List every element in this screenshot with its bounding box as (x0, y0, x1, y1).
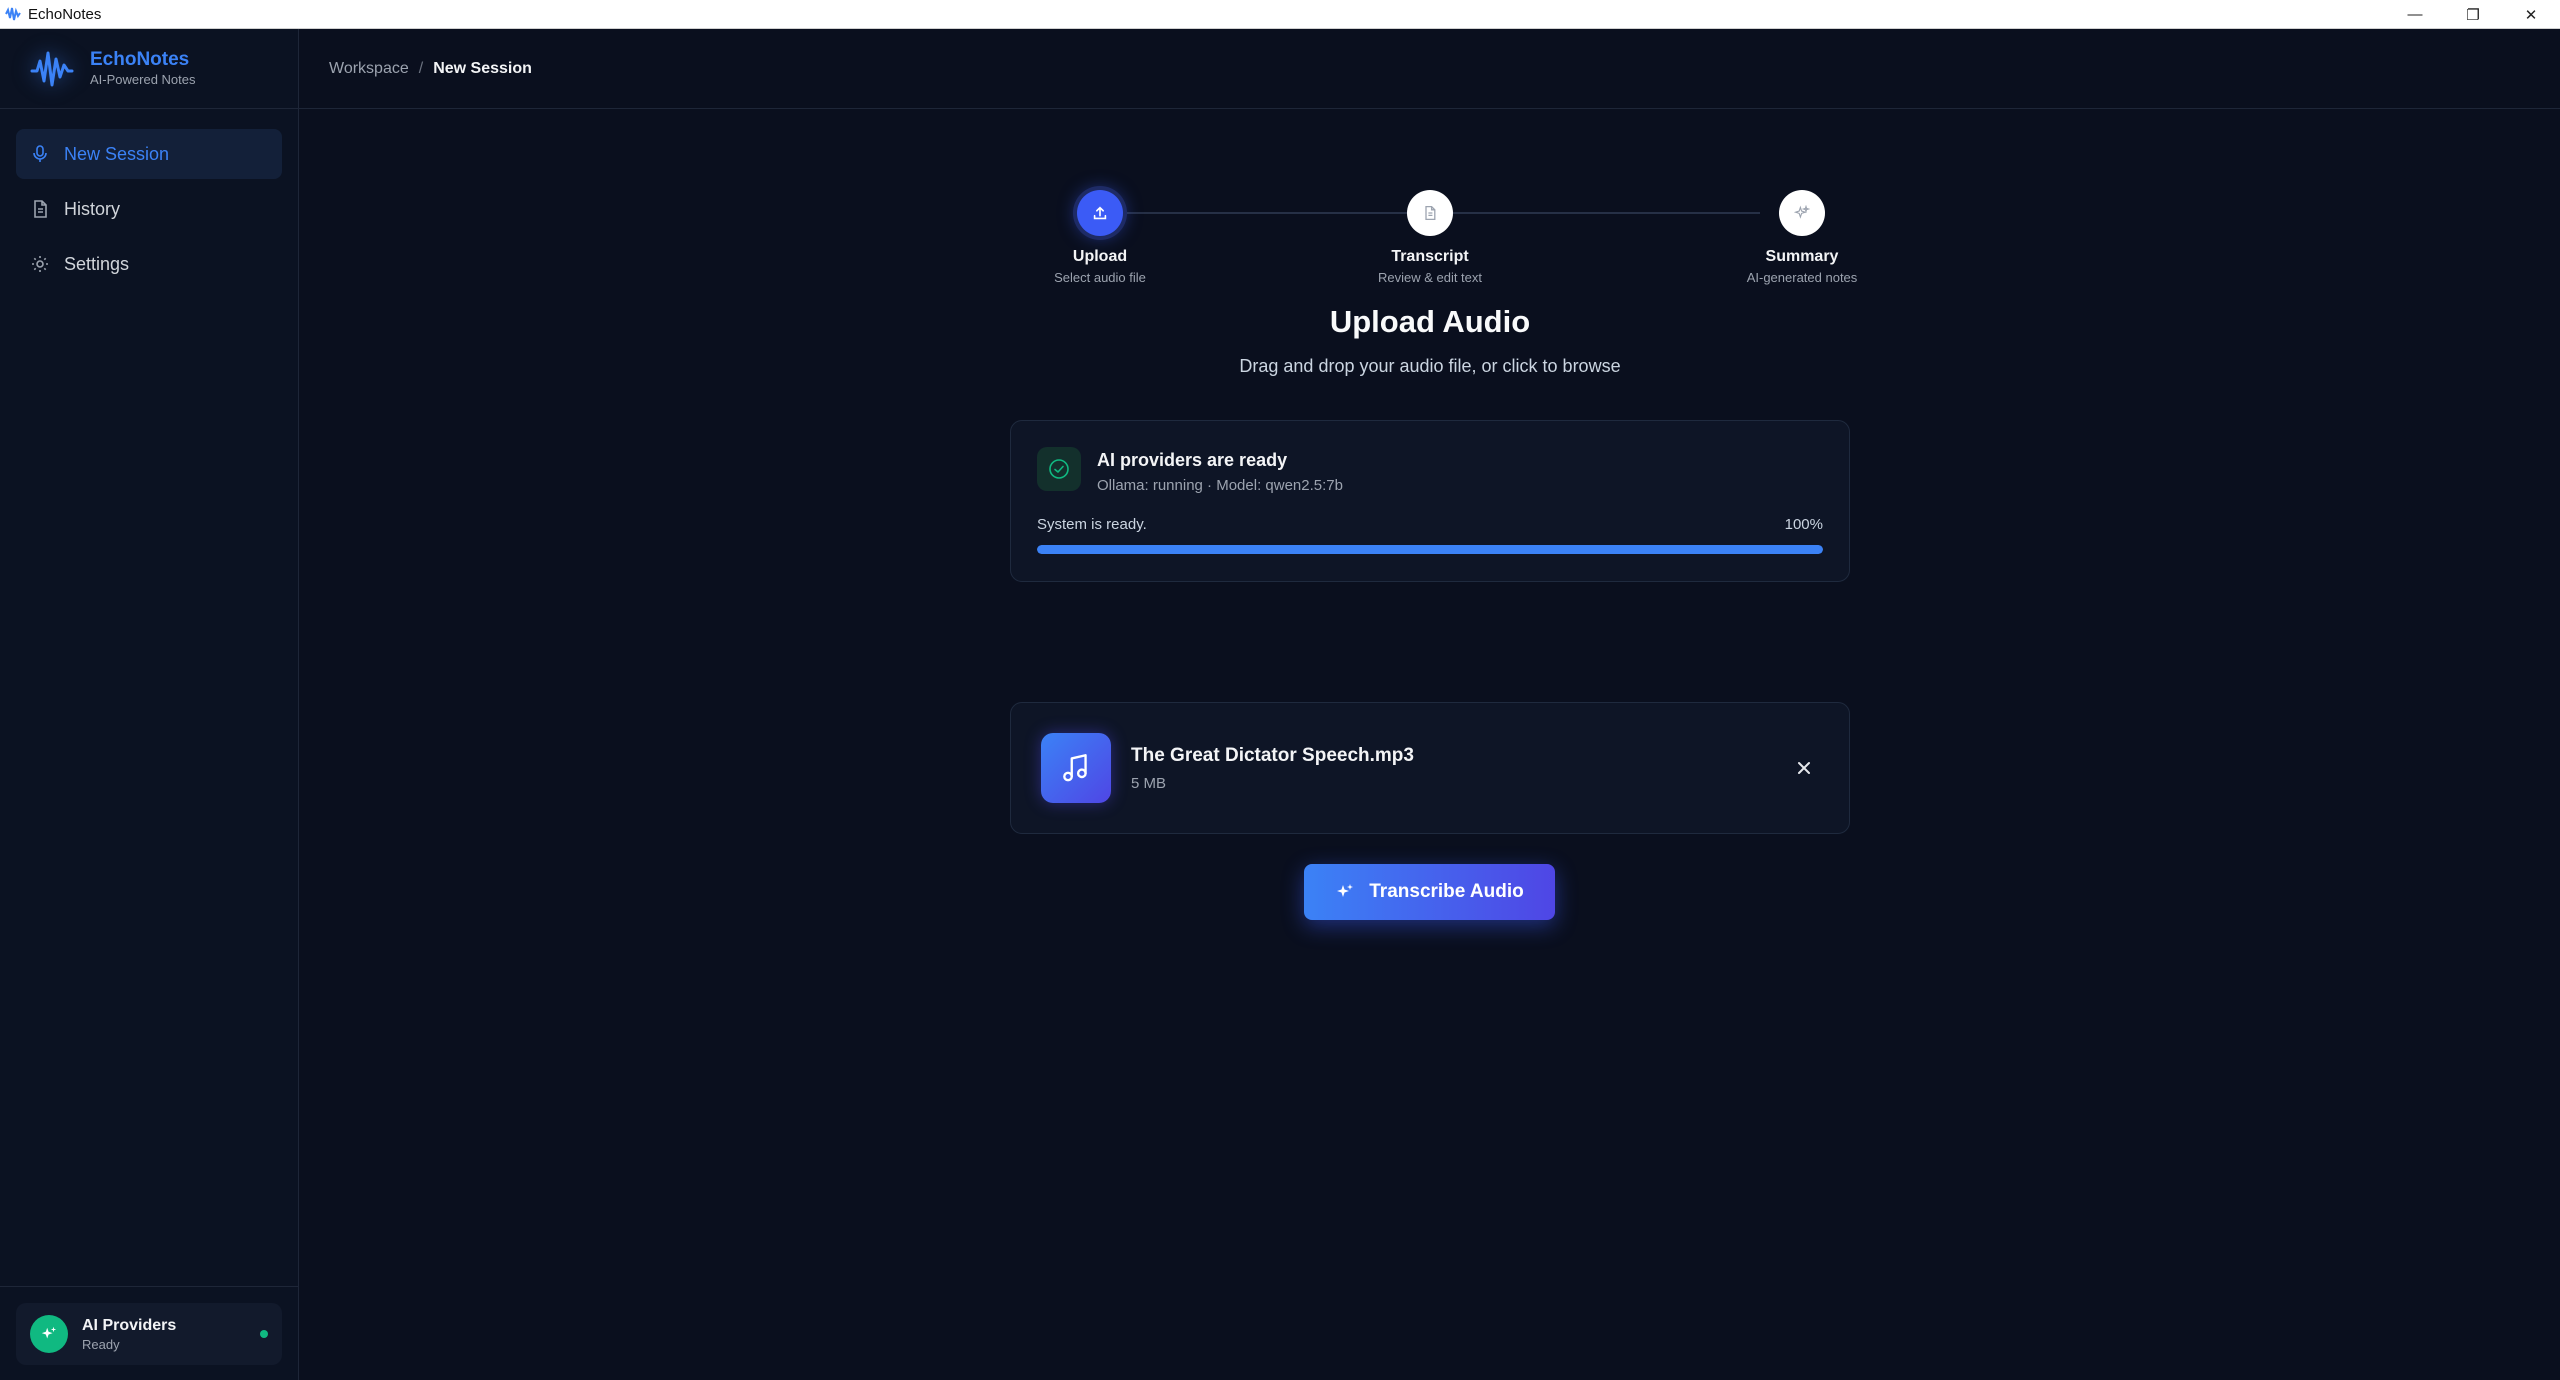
sidebar-item-label: Settings (64, 253, 130, 274)
step-description: Review & edit text (1377, 270, 1483, 285)
restore-button[interactable]: ❐ (2444, 0, 2502, 29)
page-title: Upload Audio (1329, 304, 1531, 339)
gear-icon (32, 256, 48, 272)
sidebar-item-history[interactable]: History (16, 184, 282, 234)
app-icon (5, 7, 21, 21)
minimize-button[interactable]: — (2386, 0, 2444, 29)
document-icon (1407, 190, 1453, 236)
progress-stepper: Upload Select audio file Transcript Revi… (1010, 169, 1857, 285)
step-upload[interactable]: Upload Select audio file (1010, 169, 1190, 285)
ready-title: AI providers are ready (1097, 450, 1288, 470)
sidebar-nav: New Session History Settings (0, 109, 298, 314)
check-circle-icon (1037, 447, 1081, 491)
ready-detail: Ollama: running · Model: qwen2.5:7b (1097, 477, 1343, 494)
sparkles-icon (1337, 884, 1354, 897)
sidebar-item-settings[interactable]: Settings (16, 239, 282, 289)
breadcrumb: Workspace / New Session (299, 29, 2560, 109)
breadcrumb-current: New Session (433, 59, 532, 77)
ai-providers-status[interactable]: AI Providers Ready (16, 1303, 282, 1365)
transcribe-audio-button[interactable]: Transcribe Audio (1304, 864, 1555, 920)
page-subtitle: Drag and drop your audio file, or click … (1239, 356, 1621, 376)
breadcrumb-workspace[interactable]: Workspace (329, 60, 409, 78)
sidebar-footer: AI Providers Ready (0, 1286, 298, 1380)
step-transcript[interactable]: Transcript Review & edit text (1340, 169, 1520, 285)
ai-ready-card: AI providers are ready Ollama: running ·… (1010, 420, 1850, 582)
remove-file-button[interactable] (1789, 753, 1819, 783)
file-name: The Great Dictator Speech.mp3 (1131, 744, 1414, 766)
main-content: Workspace / New Session Upload Select au… (299, 29, 2560, 1380)
breadcrumb-separator: / (418, 59, 424, 77)
ai-providers-status-text: Ready (82, 1336, 120, 1352)
ai-providers-label: AI Providers (82, 1316, 177, 1334)
sidebar-item-label: New Session (64, 143, 170, 164)
window-title: EchoNotes (28, 5, 102, 23)
upload-icon (1077, 190, 1123, 236)
microphone-icon (33, 145, 47, 162)
sparkles-icon (1779, 190, 1825, 236)
brand[interactable]: EchoNotes AI-Powered Notes (0, 29, 298, 109)
sidebar: EchoNotes AI-Powered Notes New Session H… (0, 29, 299, 1380)
progress-status-text: System is ready. (1037, 516, 1147, 533)
selected-file-card: The Great Dictator Speech.mp3 5 MB (1010, 702, 1850, 834)
progress-bar-fill (1037, 545, 1823, 554)
window-controls: — ❐ ✕ (2386, 0, 2560, 29)
file-size: 5 MB (1131, 774, 1167, 792)
music-note-icon (1041, 733, 1111, 803)
step-label: Transcript (1391, 248, 1469, 265)
step-description: AI-generated notes (1746, 270, 1858, 285)
close-icon (1798, 762, 1810, 774)
progress-bar (1037, 545, 1823, 554)
sidebar-item-label: History (64, 198, 121, 219)
waveform-icon (30, 51, 74, 86)
step-label: Summary (1765, 248, 1839, 265)
progress-percent: 100% (1784, 516, 1823, 533)
step-label: Upload (1072, 248, 1128, 265)
sidebar-item-new-session[interactable]: New Session (16, 129, 282, 179)
window-titlebar: EchoNotes — ❐ ✕ (0, 0, 2560, 29)
transcribe-button-label: Transcribe Audio (1369, 881, 1524, 902)
close-window-button[interactable]: ✕ (2502, 0, 2560, 29)
sparkles-icon (30, 1315, 68, 1353)
status-indicator-dot (260, 1330, 268, 1338)
brand-name: EchoNotes (90, 48, 190, 70)
step-description: Select audio file (1054, 270, 1146, 285)
brand-tagline: AI-Powered Notes (90, 71, 196, 87)
document-icon (34, 200, 47, 218)
step-summary[interactable]: Summary AI-generated notes (1712, 169, 1892, 285)
